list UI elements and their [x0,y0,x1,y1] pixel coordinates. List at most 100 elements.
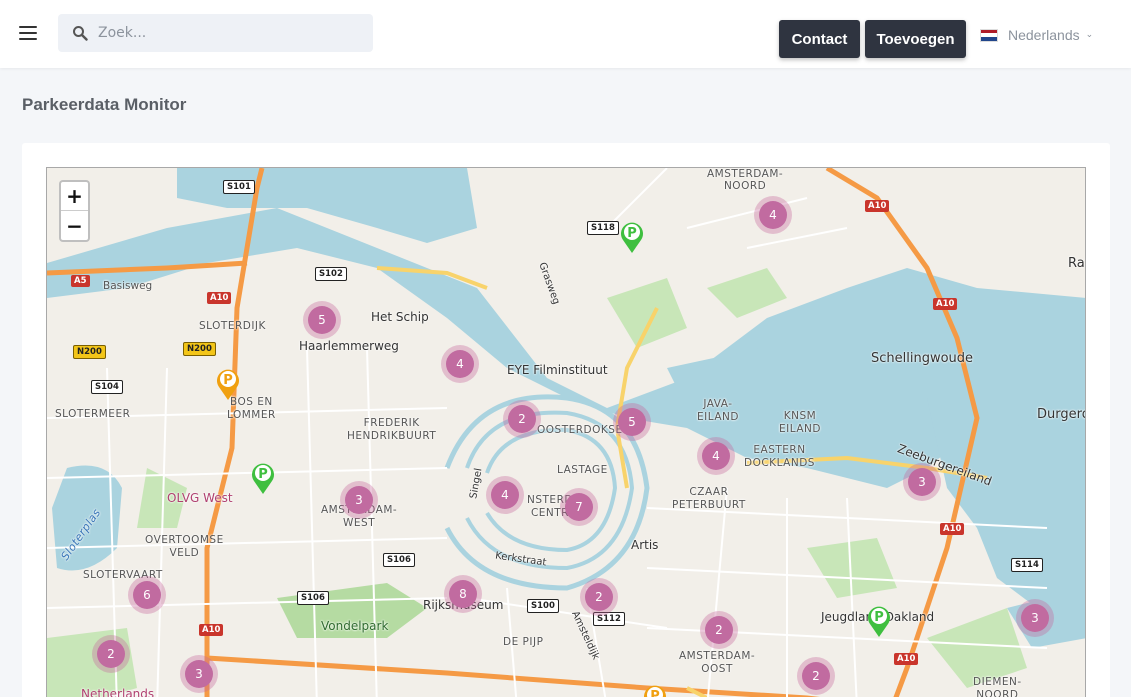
cluster-count: 4 [491,481,519,509]
map-cluster[interactable]: 4 [441,345,479,383]
road-sign: S106 [383,553,415,567]
cluster-count: 2 [97,640,125,668]
map-label-overtoomse-veld: OVERTOOMSE VELD [145,534,224,559]
cluster-count: 2 [802,662,830,690]
road-sign: A10 [199,624,224,636]
road-sign: S102 [315,267,347,281]
cluster-count: 7 [565,493,593,521]
map-cluster[interactable]: 4 [697,437,735,475]
parking-pin[interactable]: P [215,367,241,401]
parking-orange-icon: P [217,369,239,400]
page-title: Parkeerdata Monitor [22,95,187,114]
map-label-eye: EYE Filminstituut [507,363,608,377]
map-label-olvg-west: OLVG West [167,491,233,505]
map-cluster[interactable]: 3 [180,655,218,693]
road-sign: A5 [71,275,90,287]
map-cluster[interactable]: 4 [486,476,524,514]
map-cluster[interactable]: 5 [303,301,341,339]
svg-text:P: P [650,689,660,697]
map-cluster[interactable]: 4 [754,196,792,234]
map-label-schellingwoude: Schellingwoude [871,351,974,366]
zoom-in-button[interactable]: + [61,182,88,211]
svg-text:P: P [874,610,884,625]
map-label-knsm-eiland: KNSM EILAND [779,410,821,435]
language-selector[interactable]: Nederlands ⌄ [980,25,1093,45]
map-label-oosterdokseiland: OOSTERDOKSE [537,424,623,436]
map-label-het-schip: Het Schip [371,310,429,324]
map-label-java-eiland: JAVA- EILAND [697,398,739,423]
road-sign: A10 [933,298,958,310]
cluster-count: 4 [702,442,730,470]
map-cluster[interactable]: 2 [700,611,738,649]
map[interactable]: + − AMSTERDAM- NOORD Basisweg SLOTERDIJK… [46,167,1086,697]
cluster-count: 2 [705,616,733,644]
menu-icon[interactable] [19,26,37,40]
map-cluster[interactable]: 2 [797,657,835,695]
map-label-sloterdijk: SLOTERDIJK [199,320,266,332]
add-button[interactable]: Toevoegen [865,20,966,58]
parking-pin[interactable]: P [250,461,276,495]
map-cluster[interactable]: 8 [444,575,482,613]
cluster-count: 3 [185,660,213,688]
contact-button[interactable]: Contact [779,20,860,58]
chevron-down-icon: ⌄ [1085,30,1094,40]
zoom-control: + − [59,180,90,242]
map-label-lastage: LASTAGE [557,464,608,476]
map-cluster[interactable]: 2 [92,635,130,673]
road-sign: S104 [91,380,123,394]
search-box[interactable] [58,14,373,52]
map-label-eastern-docklands: EASTERN DOCKLANDS [744,444,815,469]
road-sign: S118 [587,221,619,235]
map-label-de-pijp: DE PIJP [503,636,544,648]
road-sign: N200 [183,342,216,356]
cluster-count: 5 [618,408,646,436]
svg-text:P: P [258,467,268,482]
parking-green-icon: P [868,606,890,637]
road-sign: A10 [865,200,890,212]
zoom-out-button[interactable]: − [61,211,88,240]
map-cluster[interactable]: 3 [903,463,941,501]
cluster-count: 3 [345,486,373,514]
road-sign: A10 [894,653,919,665]
map-cluster[interactable]: 6 [128,576,166,614]
map-cluster[interactable]: 3 [340,481,378,519]
parking-green-icon: P [252,463,274,494]
parking-green-icon: P [621,222,643,253]
cluster-count: 3 [908,468,936,496]
search-input[interactable] [98,25,358,41]
cluster-count: 4 [759,201,787,229]
parking-pin[interactable]: P [619,220,645,254]
map-label-amsterdam-oost: AMSTERDAM- OOST [679,650,756,675]
map-cluster[interactable]: 2 [580,578,618,616]
parking-orange-icon: P [644,685,666,697]
cluster-count: 6 [133,581,161,609]
parking-pin[interactable]: P [866,604,892,638]
road-sign: N200 [73,345,106,359]
map-cluster[interactable]: 5 [613,403,651,441]
cluster-count: 2 [508,405,536,433]
map-cluster[interactable]: 3 [1016,599,1054,637]
map-label-slotermeer: SLOTERMEER [55,408,131,420]
map-label-amsterdam-noord: AMSTERDAM- NOORD [707,168,784,192]
road-sign: S100 [527,599,559,613]
map-label-diemen-noord: DIEMEN- NOORD [973,676,1022,697]
cluster-count: 8 [449,580,477,608]
road-sign: S106 [297,591,329,605]
svg-text:P: P [223,373,233,388]
top-bar: Contact Toevoegen Nederlands ⌄ [0,0,1131,68]
cluster-count: 2 [585,583,613,611]
road-sign: A10 [207,292,232,304]
map-cluster[interactable]: 7 [560,488,598,526]
cluster-count: 4 [446,350,474,378]
road-sign: S101 [223,180,255,194]
svg-text:P: P [627,226,637,241]
map-label-vondelpark: Vondelpark [321,619,389,633]
road-sign: S114 [1011,558,1043,572]
map-label-ra: Ra [1068,256,1085,271]
map-label-durgerdam: Durgerdam [1037,407,1085,422]
map-label-haarlemmerweg: Haarlemmerweg [299,339,399,353]
road-sign: A10 [940,523,965,535]
map-label-frederik-hendrikbuurt: FREDERIK HENDRIKBUURT [347,417,437,442]
map-cluster[interactable]: 2 [503,400,541,438]
parking-pin[interactable]: P [642,683,668,697]
